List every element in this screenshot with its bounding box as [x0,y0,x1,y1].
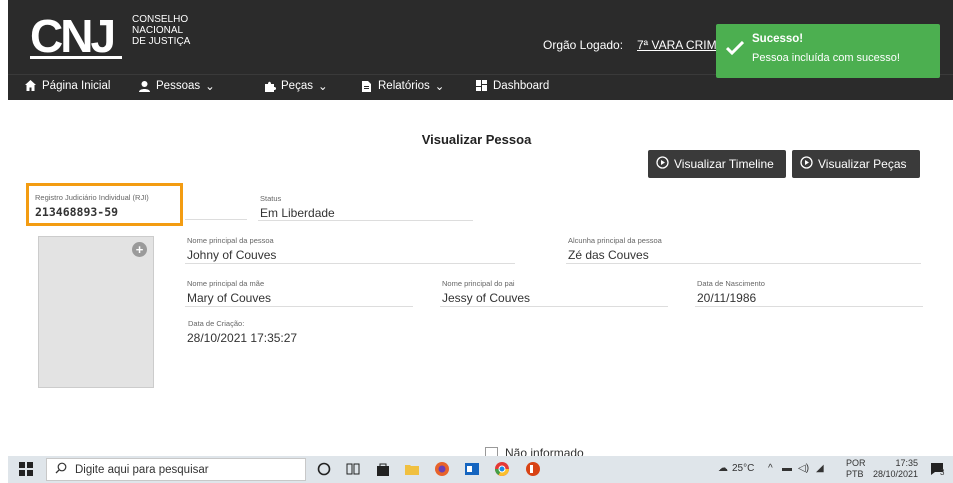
page-title: Visualizar Pessoa [421,132,532,147]
firefox-icon[interactable] [434,461,450,477]
chevron-down-icon: ⌄ [434,81,445,93]
alcunha-underline [566,263,921,264]
language-indicator[interactable]: POR PTB [846,458,866,480]
pai-underline [440,306,668,307]
pai-label: Nome principal do pai [442,279,515,288]
speaker-icon[interactable]: ◁) [798,463,809,474]
criacao-value: 28/10/2021 17:35:27 [187,331,298,345]
cortana-icon[interactable] [316,461,332,477]
toast-message: Pessoa incluída com sucesso! [752,52,900,64]
status-value: Em Liberdade [260,206,335,220]
search-placeholder: Digite aqui para pesquisar [75,463,209,476]
nav-relatorios-label: Relatórios [378,80,430,92]
add-photo-icon[interactable]: + [132,242,147,257]
nascimento-value: 20/11/1986 [697,291,757,305]
view-pecas-label: Visualizar Peças [818,157,907,171]
pai-value: Jessy of Couves [442,291,531,305]
chevron-up-icon[interactable]: ^ [768,463,773,474]
taskbar-search[interactable]: Digite aqui para pesquisar [46,458,306,481]
dashboard-icon [475,79,488,92]
clock[interactable]: 17:35 28/10/2021 [870,458,918,480]
app-window: CNJ CONSELHO NACIONAL DE JUSTIÇA Orgão L… [0,0,953,483]
status-underline [258,220,473,221]
battery-icon[interactable]: ▬ [782,463,792,474]
play-circle-icon [656,156,669,172]
chevron-down-icon: ⌄ [317,81,328,93]
nav-relatorios[interactable]: Relatórios ⌄ [360,79,444,93]
windows-taskbar: Digite aqui para pesquisar ☁ 25°C ^ ▬ ◁)… [8,456,953,483]
criacao-label: Data de Criação: [188,319,245,328]
temperature[interactable]: 25°C [732,463,754,474]
nav-pessoas-label: Pessoas [156,80,201,92]
outlook-icon[interactable] [464,461,480,477]
home-icon [24,79,37,92]
view-timeline-label: Visualizar Timeline [674,157,774,171]
nome-label: Nome principal da pessoa [187,236,274,245]
rji-value: 213468893-59 [35,205,119,219]
nav-pessoas[interactable]: Pessoas ⌄ [138,79,215,93]
store-icon[interactable] [375,461,391,477]
weather-icon[interactable]: ☁ [718,463,728,474]
svg-text:CNJ: CNJ [30,10,113,60]
powerpoint-icon[interactable] [525,461,541,477]
notification-count: 3 [940,468,945,477]
mae-underline [185,306,413,307]
check-icon [725,40,745,60]
nav-home[interactable]: Página Inicial [24,79,110,92]
network-icon[interactable]: ◢ [816,463,824,474]
nascimento-label: Data de Nascimento [697,279,765,288]
document-icon [360,80,373,93]
nav-pecas-label: Peças [281,80,313,92]
nav-dashboard[interactable]: Dashboard [475,79,549,92]
view-timeline-button[interactable]: Visualizar Timeline [648,150,786,178]
success-toast[interactable]: Sucesso! Pessoa incluída com sucesso! [716,24,940,78]
rji-underline [185,219,247,220]
alcunha-value: Zé das Couves [568,248,649,262]
cnj-logo[interactable]: CNJ [30,10,122,62]
alcunha-label: Alcunha principal da pessoa [568,236,662,245]
task-view-icon[interactable] [345,461,361,477]
windows-start-icon[interactable] [18,461,34,477]
toast-title: Sucesso! [752,33,804,45]
nascimento-underline [695,306,923,307]
view-pecas-button[interactable]: Visualizar Peças [792,150,920,178]
chrome-icon[interactable] [494,461,510,477]
file-explorer-icon[interactable] [404,461,420,477]
nome-value: Johny of Couves [187,248,277,262]
puzzle-icon [263,80,277,93]
person-icon [138,80,151,93]
nao-informado-label: Não informado [505,446,584,456]
orgao-label: Orgão Logado: [543,38,624,52]
chevron-down-icon: ⌄ [205,81,215,93]
person-photo[interactable]: + [38,236,154,388]
play-circle-icon [800,156,813,172]
logo-text: CONSELHO NACIONAL DE JUSTIÇA [132,14,191,47]
status-label: Status [260,194,282,203]
nome-underline [185,263,515,264]
mae-label: Nome principal da mãe [187,279,265,288]
orgao-value[interactable]: 7ª VARA CRIM [637,38,717,52]
nav-dashboard-label: Dashboard [493,79,550,92]
search-icon [55,462,67,477]
nav-home-label: Página Inicial [42,79,111,92]
mae-value: Mary of Couves [187,291,272,305]
rji-label: Registro Judiciário Individual (RJI) [35,193,149,202]
nav-pecas[interactable]: Peças ⌄ [263,79,328,93]
